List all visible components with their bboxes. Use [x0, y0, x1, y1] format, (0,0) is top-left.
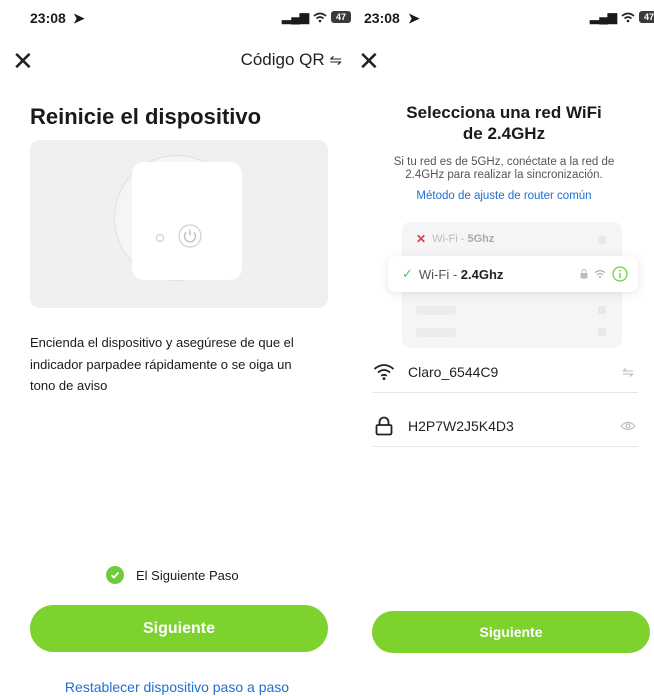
- subtitle-line-2: 2.4GHz para realizar la sincronización.: [405, 169, 603, 181]
- device-illustration: [30, 140, 328, 308]
- wifi-5g-row: ✕ Wi-Fi - 5Ghz: [416, 232, 495, 246]
- small-lock-icon: [580, 269, 588, 279]
- cross-icon: ✕: [416, 232, 427, 246]
- next-button[interactable]: Siguiente: [372, 611, 650, 653]
- wifi-24-row: ✓ Wi-Fi - 2.4Ghz: [388, 256, 638, 292]
- instructions-text: Encienda el dispositivo y asegúrese de q…: [30, 335, 294, 393]
- status-bar: 23:08 ➤ ▂▄▆ 47: [0, 8, 354, 30]
- lock-icon: [372, 414, 396, 438]
- info-icon: [612, 266, 628, 282]
- right-screen: 23:08 ➤ ▂▄▆ 47 ✕ Selecciona una red WiFi…: [354, 0, 654, 696]
- check-icon: ✓: [402, 266, 413, 281]
- page-title: Selecciona una red WiFi de 2.4GHz: [354, 102, 654, 144]
- cell-signal-icon: ▂▄▆: [282, 10, 309, 24]
- eye-icon[interactable]: [618, 416, 638, 436]
- location-arrow-icon: ➤: [408, 10, 420, 26]
- wifi-icon: [372, 360, 396, 384]
- close-icon[interactable]: ✕: [358, 48, 380, 74]
- status-time: 23:08: [364, 10, 400, 26]
- reset-device-link[interactable]: Restablecer dispositivo paso a paso: [0, 679, 354, 695]
- qr-code-link[interactable]: Código QR ⇋: [241, 50, 342, 70]
- check-circle-icon: [106, 566, 124, 584]
- router-method-link[interactable]: Método de ajuste de router común: [354, 190, 654, 202]
- switch-arrows-icon: ⇋: [329, 52, 342, 69]
- device-plate: [132, 162, 242, 280]
- status-time: 23:08: [30, 10, 66, 26]
- close-icon[interactable]: ✕: [12, 48, 34, 74]
- confirm-step-label: El Siguiente Paso: [136, 567, 239, 583]
- power-icon: [178, 224, 202, 248]
- wifi-band-illustration: ✕ Wi-Fi - 5Ghz ✓ Wi-Fi - 2.4Ghz: [388, 222, 638, 348]
- wifi-ssid-value: Claro_6544C9: [408, 364, 499, 380]
- left-screen: 23:08 ➤ ▂▄▆ 47 ✕ Código QR ⇋ Reinicie el…: [0, 0, 354, 696]
- page-title: Reinicie el dispositivo: [30, 104, 262, 129]
- subtitle-text: Si tu red es de 5GHz, conéctate a la red…: [364, 156, 644, 182]
- subtitle-line-1: Si tu red es de 5GHz, conéctate a la red…: [393, 156, 615, 168]
- battery-icon: 47: [330, 11, 351, 23]
- wifi-status-icon: [621, 12, 635, 22]
- small-wifi-icon: [594, 269, 606, 279]
- wifi-password-value: H2P7W2J5K4D3: [408, 418, 514, 434]
- cell-signal-icon: ▂▄▆: [590, 10, 617, 24]
- next-button[interactable]: Siguiente: [30, 605, 328, 652]
- status-bar: 23:08 ➤ ▂▄▆ 47: [354, 8, 654, 30]
- wifi-ssid-field[interactable]: Claro_6544C9 ⇋: [372, 352, 638, 393]
- location-arrow-icon: ➤: [73, 10, 85, 26]
- wifi-status-icon: [313, 12, 327, 22]
- qr-code-label: Código QR: [240, 50, 325, 69]
- wifi-password-field[interactable]: H2P7W2J5K4D3: [372, 406, 638, 447]
- indicator-light: [156, 234, 164, 242]
- battery-icon: 47: [638, 11, 654, 23]
- title-line-2: de 2.4GHz: [462, 124, 546, 143]
- title-line-1: Selecciona una red WiFi: [406, 103, 602, 122]
- switch-arrows-icon[interactable]: ⇋: [618, 362, 638, 382]
- confirm-step-checkbox[interactable]: El Siguiente Paso: [106, 566, 239, 584]
